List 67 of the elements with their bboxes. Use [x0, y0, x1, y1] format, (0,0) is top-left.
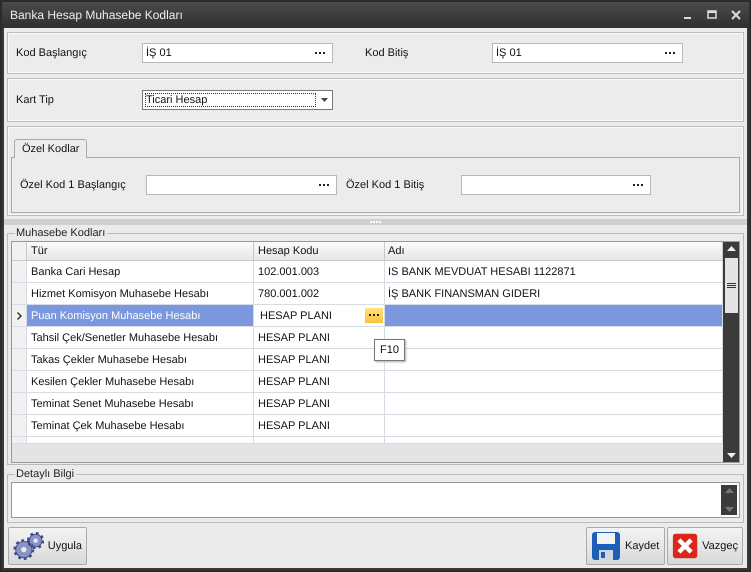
ellipsis-icon[interactable] — [319, 184, 330, 186]
row-header-cell[interactable] — [12, 261, 27, 282]
table-cell: Puan Komisyon Muhasebe Hesabı — [27, 305, 254, 326]
column-header[interactable]: Tür — [27, 242, 254, 260]
input-field[interactable]: İŞ 01 — [142, 43, 333, 63]
table-cell: HESAP PLANI — [258, 354, 330, 366]
table-row[interactable]: Teminat Senet Muhasebe Hesabı HESAP PLANI — [12, 393, 723, 415]
ellipsis-icon — [368, 314, 380, 317]
column-header[interactable]: Hesap Kodu — [254, 242, 385, 260]
row-header-cell[interactable] — [12, 415, 27, 436]
table-cell: HESAP PLANI — [260, 310, 332, 322]
scrollbar[interactable] — [723, 242, 739, 462]
table-cell: 780.001.002 — [258, 288, 320, 300]
text-area[interactable] — [11, 482, 740, 518]
current-row-icon — [16, 312, 22, 320]
table-cell: Teminat Senet Muhasebe Hesabı — [27, 393, 254, 414]
row-header-cell[interactable] — [12, 305, 27, 326]
row-header-cell[interactable] — [12, 283, 27, 304]
table-cell: HESAP PLANI — [258, 398, 330, 410]
ellipsis-icon[interactable] — [315, 52, 326, 54]
input-field[interactable]: İŞ 01 — [492, 43, 683, 63]
save-button[interactable]: Kaydet — [586, 527, 665, 565]
group-title: Muhasebe Kodları — [15, 227, 106, 239]
cancel-icon — [672, 531, 698, 561]
input-field[interactable] — [461, 175, 651, 195]
table-cell: HESAP PLANI — [258, 332, 330, 344]
scroll-thumb[interactable] — [724, 258, 738, 313]
row-header-cell[interactable] — [12, 371, 27, 392]
table-row[interactable]: Teminat Çek Muhasebe Hesabı HESAP PLANI — [12, 415, 723, 437]
field-label: Özel Kod 1 Bitiş — [345, 179, 426, 191]
caret-icon[interactable] — [321, 98, 328, 102]
cancel-button[interactable]: Vazgeç — [667, 527, 743, 565]
maximize-icon[interactable] — [707, 10, 717, 20]
field-label: Özel Kod 1 Başlangıç — [19, 179, 127, 191]
row-header-cell[interactable] — [12, 393, 27, 414]
field-label: Kart Tip — [15, 94, 55, 106]
table-row[interactable]: Puan Komisyon Muhasebe Hesabı HESAP PLANI — [12, 305, 723, 327]
table-cell: 102.001.003 — [258, 266, 320, 278]
table-cell: Kesilen Çekler Muhasebe Hesabı — [27, 371, 254, 392]
field-label: Kod Bitiş — [364, 47, 410, 59]
scroll-up-icon[interactable] — [726, 246, 736, 251]
group-title: Detaylı Bilgi — [15, 468, 76, 480]
table-cell: Teminat Çek Muhasebe Hesabı — [27, 415, 254, 436]
field-label: Kod Başlangıç — [15, 47, 88, 59]
tab[interactable]: Özel Kodlar — [14, 139, 88, 158]
scroll-down-icon[interactable] — [726, 453, 736, 458]
ellipsis-icon[interactable] — [633, 184, 644, 186]
close-icon[interactable] — [731, 10, 741, 20]
table-cell: Takas Çekler Muhasebe Hesabı — [27, 349, 254, 370]
table-cell: Hizmet Komisyon Muhasebe Hesabı — [27, 283, 254, 304]
ellipsis-icon[interactable] — [665, 52, 676, 54]
row-header-cell[interactable] — [12, 349, 27, 370]
window-title: Banka Hesap Muhasebe Kodları — [10, 8, 184, 22]
table-row[interactable]: Kesilen Çekler Muhasebe Hesabı HESAP PLANI — [12, 371, 723, 393]
table-cell: Tahsil Çek/Senetler Muhasebe Hesabı — [27, 327, 254, 348]
dropdown[interactable]: Ticari Hesap — [142, 90, 333, 110]
table-row[interactable]: Banka Cari Hesap 102.001.003 IS BANK MEVDUAT HESABI 1122871 — [12, 261, 723, 283]
tooltip: F10 — [374, 339, 405, 361]
table-cell: HESAP PLANI — [258, 420, 330, 432]
ellipsis-button[interactable] — [365, 308, 383, 323]
table-cell: Banka Cari Hesap — [27, 261, 254, 282]
gears-icon — [13, 531, 44, 561]
table-cell: HESAP PLANI — [258, 376, 330, 388]
apply-button[interactable]: Uygula — [8, 527, 87, 565]
input-field[interactable] — [146, 175, 337, 195]
table-row[interactable]: Hizmet Komisyon Muhasebe Hesabı 780.001.002 İŞ BANK FINANSMAN GIDERI — [12, 283, 723, 305]
row-header-cell[interactable] — [12, 327, 27, 348]
